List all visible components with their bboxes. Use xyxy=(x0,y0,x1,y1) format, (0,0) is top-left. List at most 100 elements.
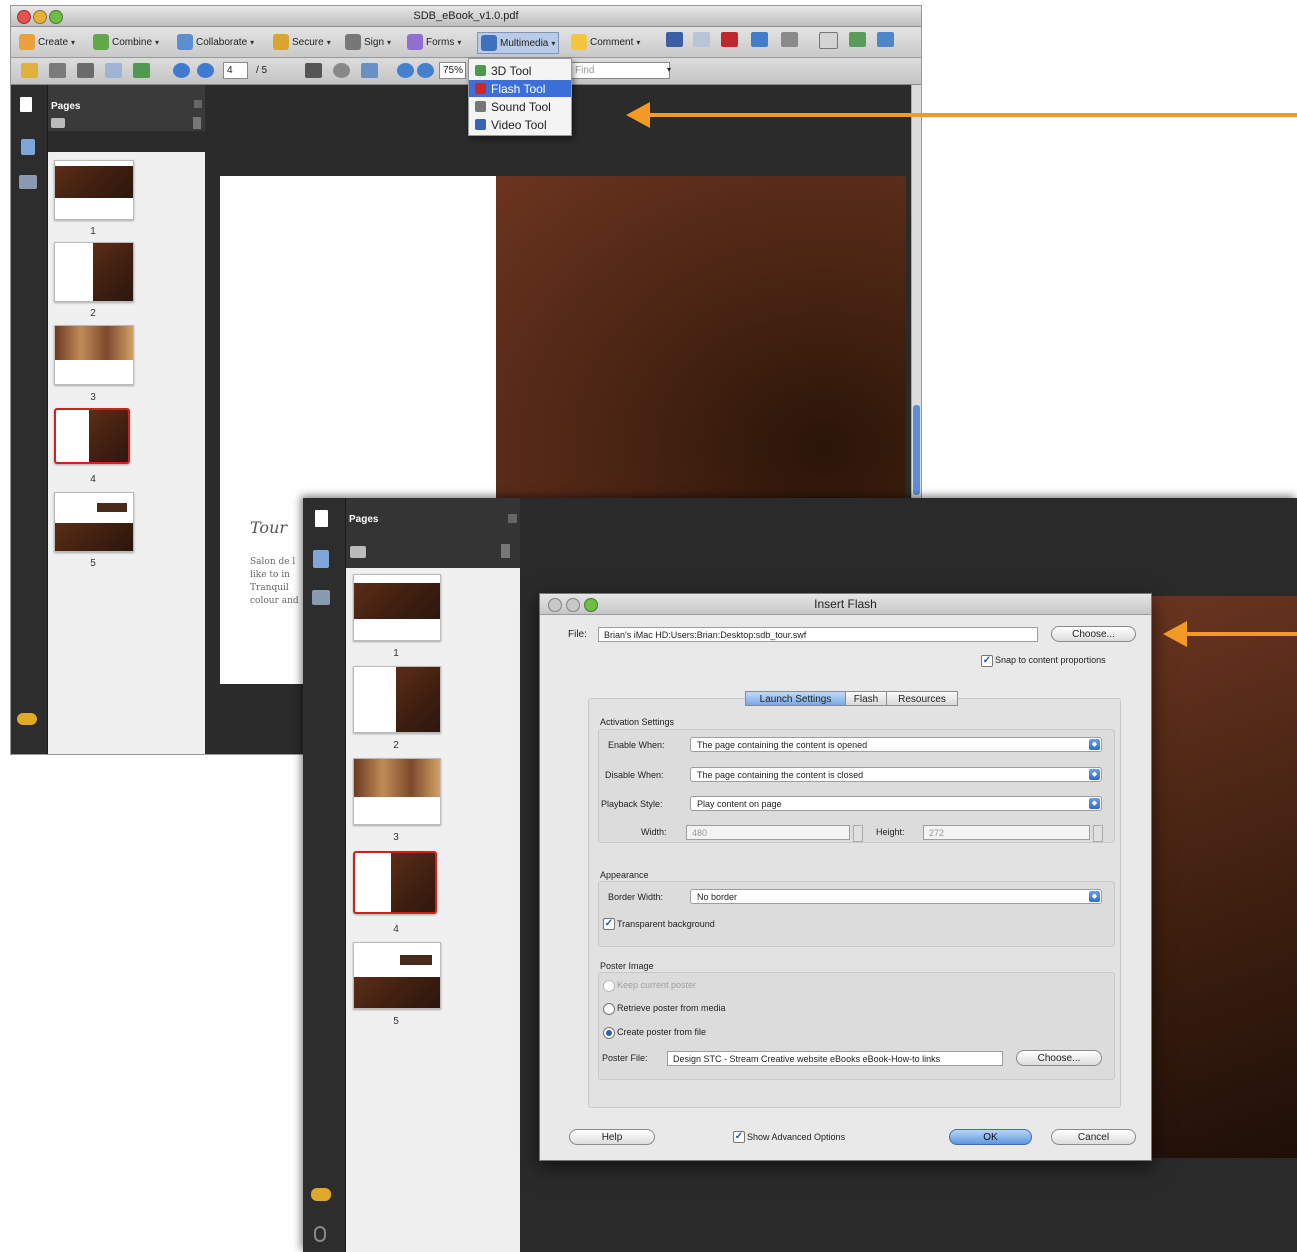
tab-launch-settings[interactable]: Launch Settings xyxy=(745,691,846,706)
show-advanced-checkbox[interactable]: ✓ xyxy=(733,1131,745,1143)
export-icon[interactable] xyxy=(849,32,866,47)
thumbnail-page-4[interactable] xyxy=(353,851,437,914)
text-select-icon[interactable] xyxy=(693,32,710,47)
width-field[interactable]: 480 xyxy=(686,825,850,840)
view-icon[interactable] xyxy=(819,32,838,49)
insert-flash-dialog: Insert Flash File: Brian's iMac HD:Users… xyxy=(539,593,1152,1161)
comment-button[interactable]: Comment ▾ xyxy=(571,32,640,52)
comments-icon[interactable] xyxy=(311,1188,331,1201)
create-button[interactable]: Create ▾ xyxy=(19,32,75,52)
multimedia-button[interactable]: Multimedia ▾ xyxy=(477,32,560,54)
email-icon[interactable] xyxy=(105,63,122,78)
pages-panel-icon[interactable] xyxy=(313,550,329,568)
enable-when-select[interactable]: The page containing the content is opene… xyxy=(690,737,1102,752)
thumbnail-page-1[interactable] xyxy=(54,160,134,220)
zoom-input[interactable]: 75% xyxy=(439,62,466,79)
marquee-zoom-icon[interactable] xyxy=(361,63,378,78)
choose-file-button[interactable]: Choose... xyxy=(1051,626,1136,642)
pages-panel-icon[interactable] xyxy=(21,139,35,155)
options-gear-icon[interactable] xyxy=(51,118,65,128)
menu-item-label: Video Tool xyxy=(491,117,547,132)
close-dialog-button[interactable] xyxy=(548,598,562,612)
height-stepper[interactable] xyxy=(1093,825,1103,842)
share-icon[interactable] xyxy=(133,63,150,78)
page-number-input[interactable]: 4 xyxy=(223,62,248,79)
disable-when-select[interactable]: The page containing the content is close… xyxy=(690,767,1102,782)
annotation-arrow-dialog xyxy=(1163,619,1297,649)
create-poster-radio[interactable] xyxy=(603,1027,615,1039)
transparent-background-checkbox[interactable]: ✓ xyxy=(603,918,615,930)
next-page-icon[interactable] xyxy=(197,63,214,78)
width-stepper[interactable] xyxy=(853,825,863,842)
poster-file-field[interactable]: Design STC - Stream Creative website eBo… xyxy=(667,1051,1003,1066)
navigation-toolbar: 4 / 5 75% Find ▾ xyxy=(11,58,921,85)
select-tool-icon[interactable] xyxy=(666,32,683,47)
attach-icon[interactable] xyxy=(781,32,798,47)
enable-when-label: Enable When: xyxy=(608,740,665,750)
stamp-icon[interactable] xyxy=(751,32,768,47)
snap-checkbox[interactable]: ✓ xyxy=(981,655,993,667)
thumbnail-page-5[interactable] xyxy=(54,492,134,552)
find-input[interactable]: Find xyxy=(571,62,670,79)
zoom-in-icon[interactable] xyxy=(417,63,434,78)
file-path-field[interactable]: Brian's iMac HD:Users:Brian:Desktop:sdb_… xyxy=(598,627,1038,642)
minimize-window-button[interactable] xyxy=(33,10,47,24)
zoom-out-icon[interactable] xyxy=(397,63,414,78)
sign-button[interactable]: Sign ▾ xyxy=(345,32,391,52)
select-arrow-icon[interactable] xyxy=(305,63,322,78)
panel-close-icon[interactable] xyxy=(194,100,202,108)
menu-item-3d-tool[interactable]: 3D Tool xyxy=(469,62,571,79)
menu-item-sound-tool[interactable]: Sound Tool xyxy=(469,98,571,115)
tab-flash[interactable]: Flash xyxy=(845,691,887,706)
page-total: / 5 xyxy=(256,65,268,76)
bookmarks-icon[interactable] xyxy=(19,175,37,189)
previous-page-icon[interactable] xyxy=(173,63,190,78)
menu-item-flash-tool[interactable]: Flash Tool xyxy=(469,80,571,97)
retrieve-poster-radio[interactable] xyxy=(603,1003,615,1015)
comments-icon[interactable] xyxy=(17,713,37,725)
panel-close-icon[interactable] xyxy=(508,514,517,523)
attachment-icon[interactable] xyxy=(314,1226,326,1242)
page-icon xyxy=(20,97,32,112)
open-folder-icon[interactable] xyxy=(21,63,38,78)
zoom-window-button[interactable] xyxy=(49,10,63,24)
height-field[interactable]: 272 xyxy=(923,825,1090,840)
playback-style-select[interactable]: Play content on page ◆ xyxy=(690,796,1102,811)
zoom-dialog-button[interactable] xyxy=(584,598,598,612)
keep-poster-radio[interactable] xyxy=(603,980,615,992)
close-window-button[interactable] xyxy=(17,10,31,24)
thumbnail-page-3[interactable] xyxy=(54,325,134,385)
thumbnail-page-5[interactable] xyxy=(353,942,441,1009)
hand-icon[interactable] xyxy=(333,63,350,78)
highlight-icon[interactable] xyxy=(721,32,738,47)
find-options-chevron-icon[interactable]: ▾ xyxy=(667,65,671,74)
forms-button[interactable]: Forms ▾ xyxy=(407,32,461,52)
choose-poster-button[interactable]: Choose... xyxy=(1016,1050,1102,1066)
thumbnail-page-1[interactable] xyxy=(353,574,441,641)
doc-line: colour and xyxy=(250,596,299,606)
scrollbar-thumb[interactable] xyxy=(913,405,920,495)
thumbnail-page-4[interactable] xyxy=(54,408,130,464)
collaborate-button[interactable]: Collaborate ▾ xyxy=(177,32,254,52)
trash-icon[interactable] xyxy=(193,117,201,129)
save-icon[interactable] xyxy=(77,63,94,78)
minimize-dialog-button[interactable] xyxy=(566,598,580,612)
combine-button[interactable]: Combine ▾ xyxy=(93,32,159,52)
print-icon[interactable] xyxy=(49,63,66,78)
pen-icon xyxy=(345,34,361,50)
secure-button[interactable]: Secure ▾ xyxy=(273,32,331,52)
border-width-select[interactable]: No border ◆ xyxy=(690,889,1102,904)
thumbnail-page-2[interactable] xyxy=(54,242,134,302)
menu-item-video-tool[interactable]: Video Tool xyxy=(469,116,571,133)
options-gear-icon[interactable] xyxy=(350,546,366,558)
thumbnail-page-3[interactable] xyxy=(353,758,441,825)
bookmarks-icon[interactable] xyxy=(312,590,330,605)
chevron-down-icon: ▾ xyxy=(155,37,160,47)
ok-button[interactable]: OK xyxy=(949,1129,1032,1145)
tab-resources[interactable]: Resources xyxy=(886,691,958,706)
edit-icon[interactable] xyxy=(877,32,894,47)
thumbnail-page-2[interactable] xyxy=(353,666,441,733)
trash-icon[interactable] xyxy=(501,544,510,558)
help-button[interactable]: Help xyxy=(569,1129,655,1145)
cancel-button[interactable]: Cancel xyxy=(1051,1129,1136,1145)
